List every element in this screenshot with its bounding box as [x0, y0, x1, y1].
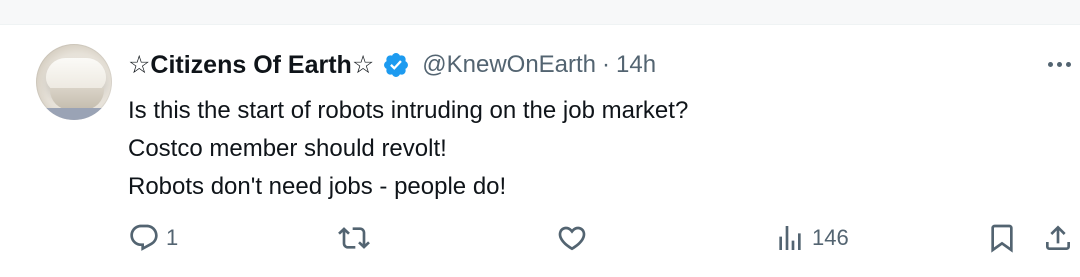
bookmark-button[interactable] — [986, 222, 1018, 254]
avatar-image-base — [50, 88, 104, 110]
retweet-button[interactable] — [338, 222, 370, 254]
reply-icon — [128, 222, 160, 254]
more-icon-dot — [1056, 61, 1062, 67]
more-icon-dot — [1065, 61, 1071, 67]
reply-count: 1 — [166, 225, 179, 250]
like-icon — [556, 222, 588, 254]
tweet-text-line: Costco member should revolt! — [128, 135, 447, 162]
more-options-button[interactable] — [1044, 54, 1074, 74]
like-button[interactable] — [556, 222, 588, 254]
user-handle[interactable]: @KnewOnEarth — [422, 51, 596, 79]
avatar-image-lid — [46, 58, 106, 92]
reply-button[interactable]: 1 — [128, 222, 178, 254]
avatar-image-edge — [36, 108, 112, 120]
views-icon — [774, 222, 806, 254]
tweet-header: ☆Citizens Of Earth☆ @KnewOnEarth · 14h — [128, 47, 656, 83]
more-icon-dot — [1047, 61, 1053, 67]
timestamp[interactable]: 14h — [616, 51, 656, 79]
views-count: 146 — [812, 225, 849, 250]
bookmark-icon — [986, 222, 1018, 254]
retweet-icon — [338, 222, 370, 254]
verified-badge-icon[interactable] — [382, 51, 410, 79]
tweet-text: Is this the start of robots intruding on… — [128, 92, 1048, 206]
share-button[interactable] — [1042, 222, 1074, 254]
tweet-text-line: Is this the start of robots intruding on… — [128, 97, 689, 124]
views-button[interactable]: 146 — [774, 222, 849, 254]
avatar[interactable] — [36, 44, 112, 120]
tweet-text-line: Robots don't need jobs - people do! — [128, 173, 507, 200]
share-icon — [1042, 222, 1074, 254]
separator-dot: · — [602, 51, 611, 78]
display-name[interactable]: ☆Citizens Of Earth☆ — [128, 50, 374, 80]
top-divider-strip — [0, 0, 1080, 25]
